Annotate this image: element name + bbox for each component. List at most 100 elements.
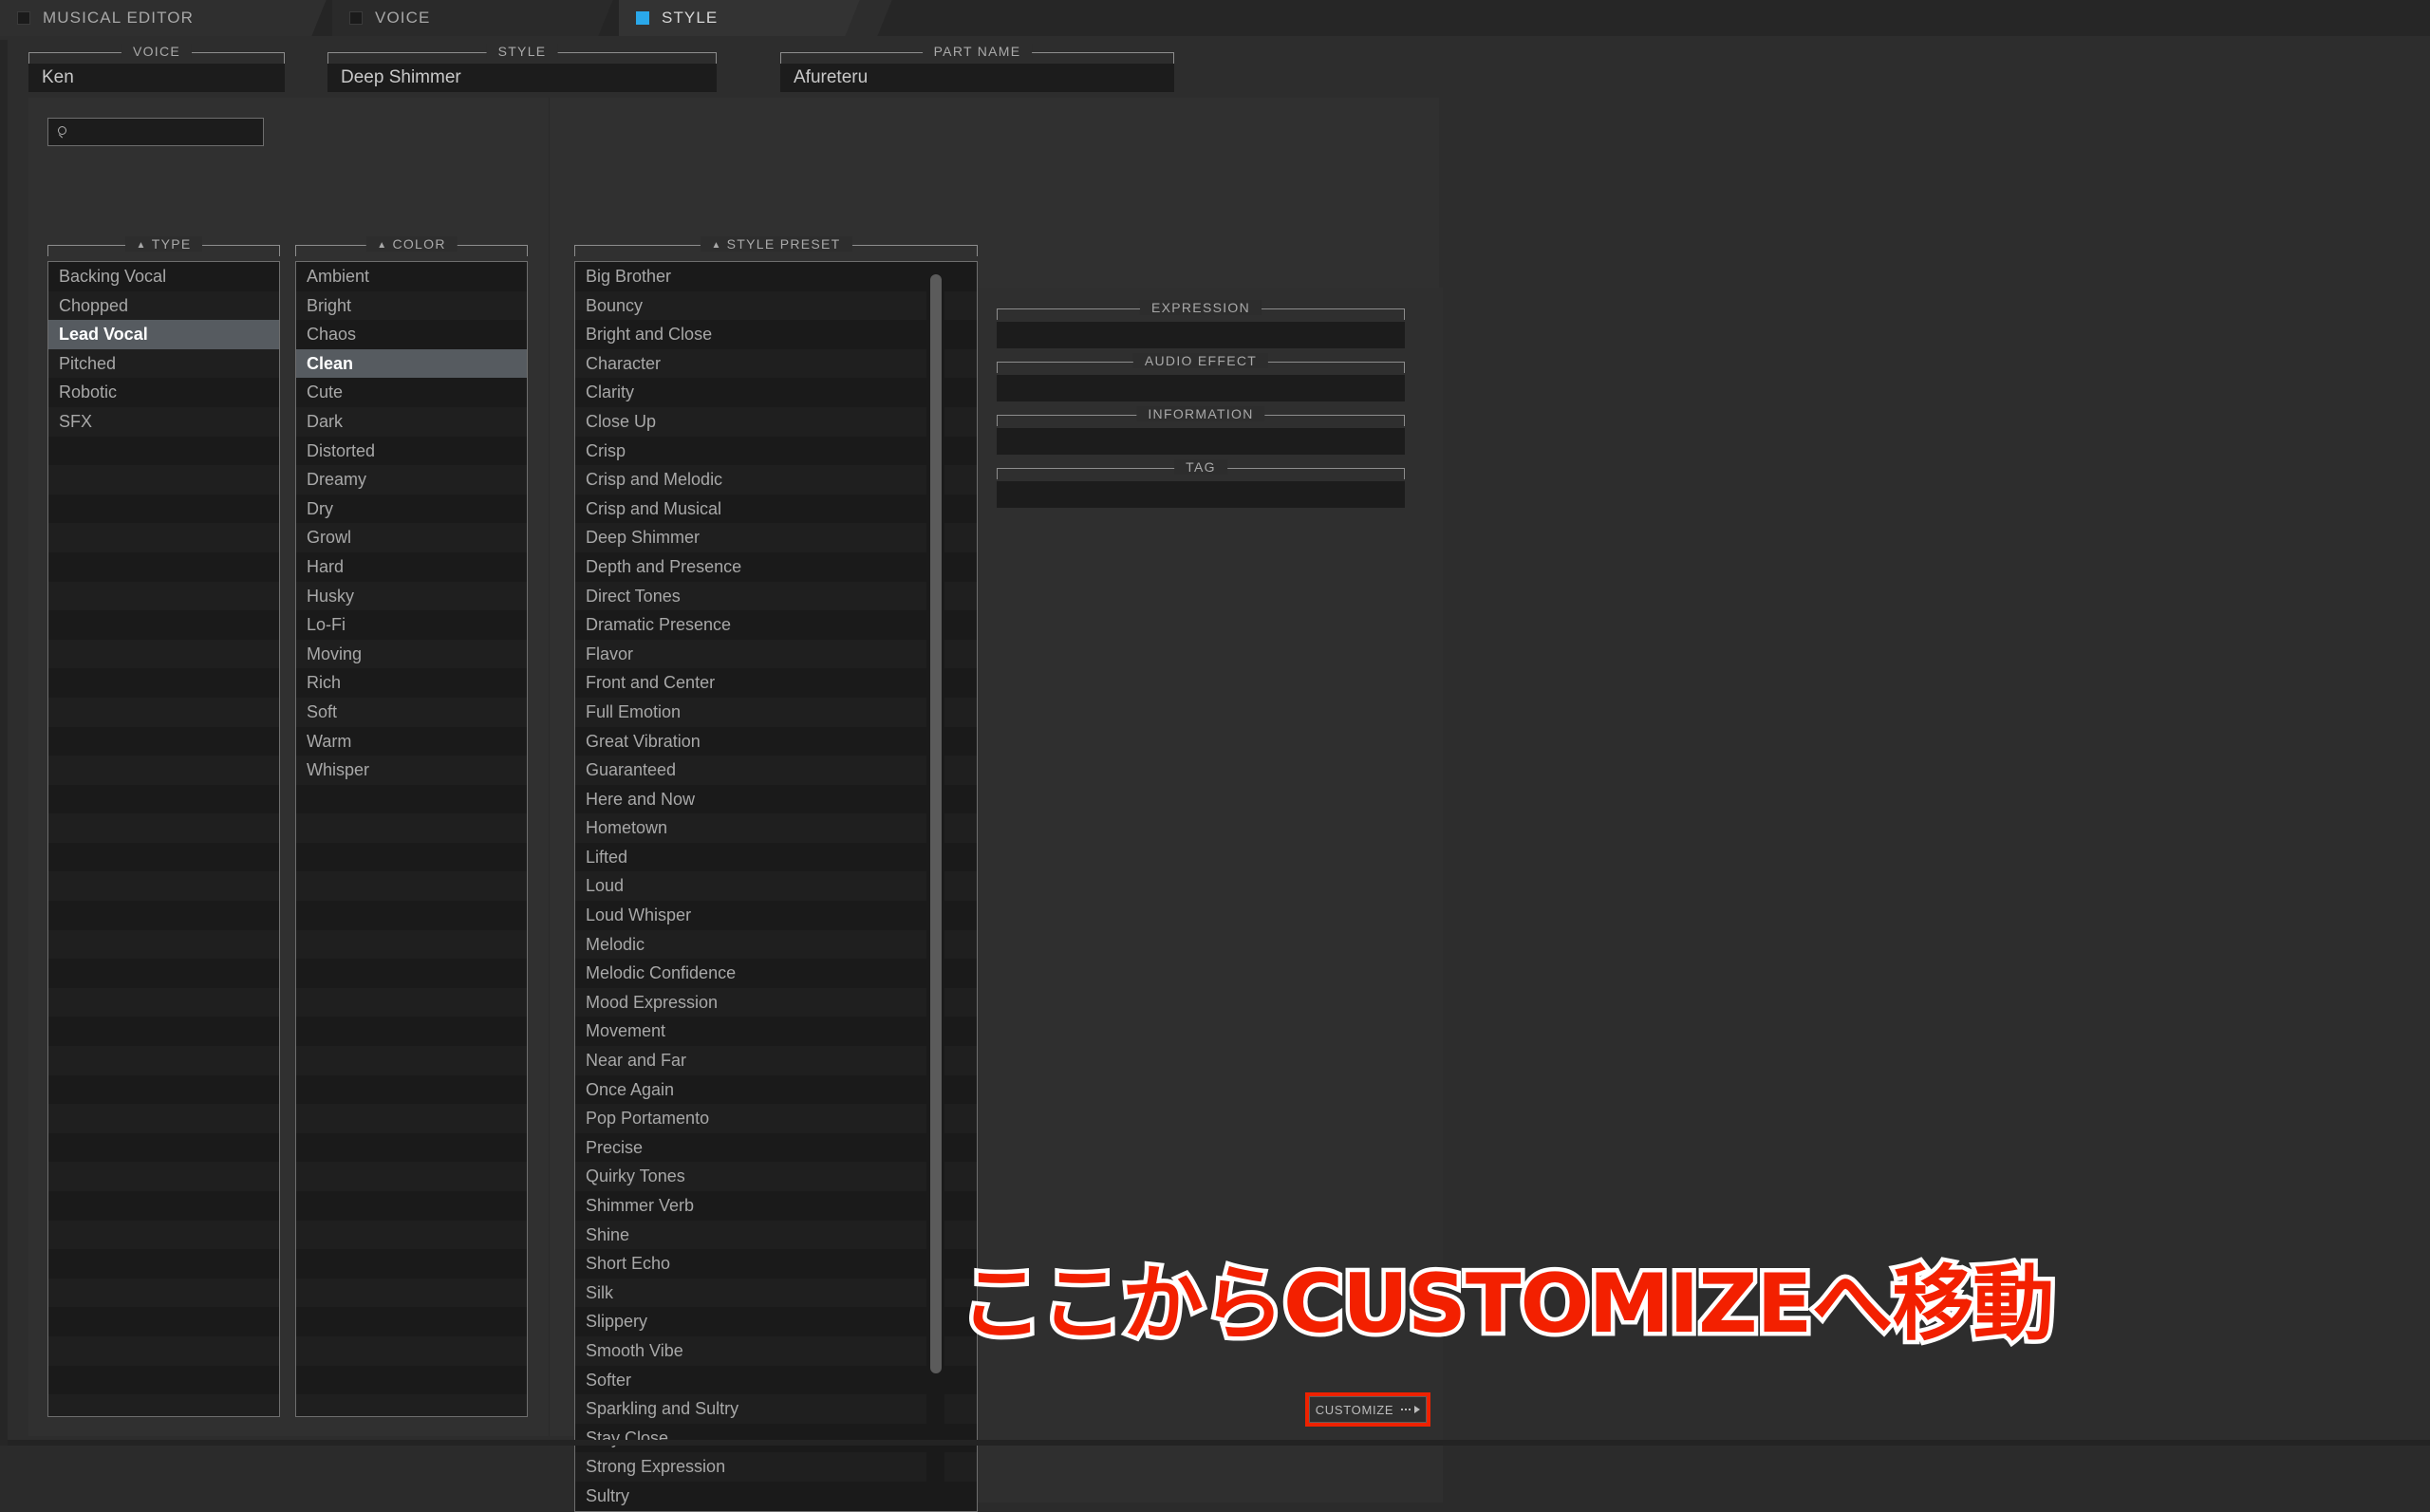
list-row-empty: [48, 959, 279, 988]
list-item[interactable]: Lifted: [575, 842, 977, 872]
list-item[interactable]: Character: [575, 348, 977, 379]
list-item[interactable]: Smooth Vibe: [575, 1335, 977, 1366]
tab-bar-filler: [866, 0, 2430, 36]
sort-ascending-icon[interactable]: ▲: [137, 240, 147, 251]
part-name-value[interactable]: Afureteru: [780, 64, 1174, 92]
list-item[interactable]: Short Echo: [575, 1249, 977, 1279]
list-item[interactable]: Slippery: [575, 1307, 977, 1336]
list-row-empty: [48, 465, 279, 495]
tab-musical-editor[interactable]: MUSICAL EDITOR: [0, 0, 332, 36]
list-item[interactable]: Whisper: [296, 756, 527, 785]
list-row-empty: [48, 610, 279, 640]
list-item[interactable]: Deep Shimmer: [575, 523, 977, 552]
list-item[interactable]: Rich: [296, 668, 527, 698]
list-item[interactable]: Great Vibration: [575, 726, 977, 756]
list-item[interactable]: Loud: [575, 871, 977, 902]
list-row-empty: [48, 1307, 279, 1336]
list-item[interactable]: Clean: [296, 348, 527, 379]
list-item[interactable]: Sparkling and Sultry: [575, 1394, 977, 1424]
list-item[interactable]: Husky: [296, 581, 527, 611]
style-preset-scrollbar-thumb[interactable]: [930, 274, 942, 1373]
type-list-group: ▲ TYPE: [47, 236, 280, 260]
list-item[interactable]: Front and Center: [575, 668, 977, 698]
list-item[interactable]: Ambient: [296, 262, 527, 291]
list-item[interactable]: Bright: [296, 290, 527, 321]
tab-style[interactable]: STYLE: [619, 0, 866, 36]
list-row-empty: [296, 1394, 527, 1416]
list-item[interactable]: Lo-Fi: [296, 610, 527, 640]
tab-indicator-icon: [17, 11, 30, 25]
list-item[interactable]: SFX: [48, 406, 279, 437]
list-row-empty: [48, 1104, 279, 1133]
list-item[interactable]: Close Up: [575, 406, 977, 437]
list-item[interactable]: Shine: [575, 1220, 977, 1250]
voice-value[interactable]: Ken: [28, 64, 285, 92]
list-item[interactable]: Dark: [296, 406, 527, 437]
list-item[interactable]: Crisp and Melodic: [575, 465, 977, 495]
list-item[interactable]: Robotic: [48, 378, 279, 407]
list-row-empty: [48, 756, 279, 785]
list-item[interactable]: Silk: [575, 1278, 977, 1308]
list-item[interactable]: Moving: [296, 639, 527, 669]
list-item[interactable]: Direct Tones: [575, 581, 977, 611]
list-item[interactable]: Stay Close: [575, 1423, 977, 1453]
list-item[interactable]: Crisp: [575, 436, 977, 466]
list-item[interactable]: Clarity: [575, 378, 977, 407]
list-item[interactable]: Dry: [296, 494, 527, 524]
search-box[interactable]: [47, 118, 264, 146]
list-item[interactable]: Big Brother: [575, 262, 977, 291]
list-item[interactable]: Pitched: [48, 348, 279, 379]
list-item[interactable]: Softer: [575, 1365, 977, 1395]
sort-ascending-icon[interactable]: ▲: [711, 240, 721, 251]
list-item[interactable]: Here and Now: [575, 784, 977, 814]
tag-value[interactable]: [997, 481, 1405, 508]
list-item[interactable]: Pop Portamento: [575, 1104, 977, 1133]
list-item[interactable]: Bouncy: [575, 290, 977, 321]
list-item[interactable]: Dramatic Presence: [575, 610, 977, 640]
information-value[interactable]: [997, 428, 1405, 455]
list-item[interactable]: Dreamy: [296, 465, 527, 495]
search-input[interactable]: [78, 122, 252, 141]
list-item[interactable]: Mood Expression: [575, 987, 977, 1017]
list-item[interactable]: Soft: [296, 697, 527, 727]
type-listbox[interactable]: Backing Vocal Chopped Lead Vocal Pitched Rob…: [47, 261, 280, 1417]
list-item[interactable]: Lead Vocal: [48, 320, 279, 349]
audio-effect-value[interactable]: [997, 375, 1405, 401]
list-item[interactable]: Full Emotion: [575, 697, 977, 727]
list-item[interactable]: Flavor: [575, 639, 977, 669]
list-item[interactable]: Sultry: [575, 1481, 977, 1511]
list-item[interactable]: Cute: [296, 378, 527, 407]
list-item[interactable]: Backing Vocal: [48, 262, 279, 291]
list-row-empty: [48, 639, 279, 669]
list-item[interactable]: Crisp and Musical: [575, 494, 977, 524]
style-field-group: STYLE Deep Shimmer: [327, 44, 717, 92]
color-listbox[interactable]: Ambient Bright Chaos Clean Cute Dark Distorted…: [295, 261, 528, 1417]
list-item[interactable]: Depth and Presence: [575, 551, 977, 582]
list-item[interactable]: Near and Far: [575, 1046, 977, 1075]
list-item[interactable]: Chaos: [296, 320, 527, 349]
list-item[interactable]: Loud Whisper: [575, 901, 977, 930]
list-item[interactable]: Movement: [575, 1017, 977, 1047]
list-item[interactable]: Hard: [296, 551, 527, 582]
style-preset-listbox[interactable]: Big Brother Bouncy Bright and Close Charact…: [574, 261, 978, 1512]
list-item[interactable]: Melodic Confidence: [575, 959, 977, 988]
tab-voice[interactable]: VOICE: [332, 0, 619, 36]
list-item[interactable]: Shimmer Verb: [575, 1191, 977, 1221]
list-item[interactable]: Precise: [575, 1132, 977, 1163]
expression-value[interactable]: [997, 322, 1405, 348]
style-value[interactable]: Deep Shimmer: [327, 64, 717, 92]
list-item[interactable]: Guaranteed: [575, 756, 977, 785]
style-browser-panel: ▲ TYPE Backing Vocal Chopped Lead Vocal Pitc…: [28, 98, 1443, 1512]
sort-ascending-icon[interactable]: ▲: [377, 240, 387, 251]
list-item[interactable]: Distorted: [296, 436, 527, 466]
list-item[interactable]: Melodic: [575, 929, 977, 960]
list-item[interactable]: Growl: [296, 523, 527, 552]
window-left-edge: [0, 40, 8, 1446]
list-item[interactable]: Warm: [296, 726, 527, 756]
list-item[interactable]: Strong Expression: [575, 1452, 977, 1482]
list-item[interactable]: Chopped: [48, 290, 279, 321]
list-item[interactable]: Hometown: [575, 813, 977, 843]
list-item[interactable]: Quirky Tones: [575, 1162, 977, 1191]
list-item[interactable]: Once Again: [575, 1074, 977, 1105]
list-item[interactable]: Bright and Close: [575, 320, 977, 349]
